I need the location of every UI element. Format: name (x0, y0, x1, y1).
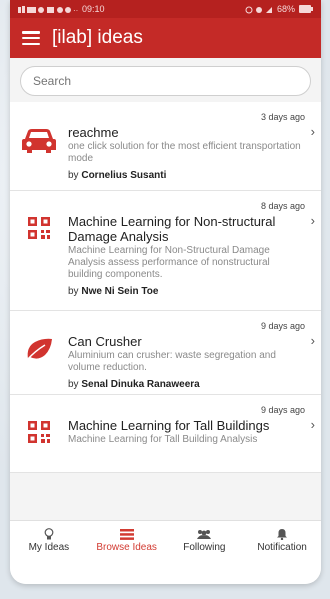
chevron-right-icon: › (310, 124, 315, 139)
nav-following[interactable]: Following (166, 521, 244, 560)
chevron-right-icon: › (310, 333, 315, 348)
idea-time: 9 days ago (260, 321, 305, 331)
idea-icon-col (10, 112, 68, 180)
idea-description: Aluminium can crusher: waste segregation… (68, 350, 276, 373)
search-bar (10, 58, 321, 102)
idea-author: Senal Dinuka Ranaweera (81, 379, 200, 390)
search-input[interactable] (20, 66, 311, 96)
nav-browse-ideas[interactable]: Browse Ideas (88, 521, 166, 560)
app-title: [ilab] ideas (52, 27, 143, 48)
idea-description: Machine Learning for Tall Building Analy… (68, 434, 258, 445)
idea-description: one click solution for the most efficien… (68, 141, 301, 164)
lightbulb-icon (44, 528, 54, 540)
author-prefix: by (68, 170, 79, 181)
status-bar: ·· 09:10 68% (10, 0, 321, 18)
qr-code-icon (28, 421, 50, 443)
status-icons-left: ·· 09:10 (18, 4, 105, 14)
idea-icon-col (10, 321, 68, 384)
chevron-right-icon: › (310, 213, 315, 228)
nav-notification[interactable]: Notification (243, 521, 321, 560)
status-time: 09:10 (82, 4, 105, 14)
idea-author: Nwe Ni Sein Toe (81, 286, 159, 297)
app-bar: [ilab] ideas (10, 18, 321, 58)
nav-label: My Ideas (28, 542, 70, 553)
idea-icon-col (10, 201, 68, 300)
author-prefix: by (68, 286, 79, 297)
idea-title: Can Crusher (68, 334, 142, 349)
idea-card[interactable]: 8 days ago Machine Learning for Non-stru… (10, 191, 321, 311)
battery-icon (299, 5, 313, 13)
idea-author-line: by Senal Dinuka Ranaweera (68, 379, 305, 390)
empty-footer-area (10, 560, 321, 584)
idea-title: Machine Learning for Tall Buildings (68, 418, 270, 433)
idea-author-line: by Cornelius Susanti (68, 170, 305, 181)
car-icon (22, 129, 56, 153)
bell-icon (277, 529, 288, 540)
phone-screen: ·· 09:10 68% [ilab] ideas Search 3 days … (10, 0, 321, 584)
chevron-right-icon: › (310, 417, 315, 432)
bottom-nav: My Ideas Browse Ideas Following Notifica… (10, 520, 321, 560)
idea-icon-col (10, 405, 68, 462)
battery-level: 68% (276, 4, 295, 14)
idea-title: Machine Learning for Non-structural Dama… (68, 214, 276, 244)
author-prefix: by (68, 379, 79, 390)
idea-description: Machine Learning for Non-Structural Dama… (68, 245, 270, 280)
qr-code-icon (28, 217, 50, 239)
nav-my-ideas[interactable]: My Ideas (10, 521, 88, 560)
idea-card[interactable]: 3 days ago reachme one click solution fo… (10, 102, 321, 191)
idea-time: 9 days ago (260, 405, 305, 415)
nav-label: Browse Ideas (96, 541, 157, 553)
nav-label: Notification (257, 542, 307, 553)
idea-card[interactable]: 9 days ago Can Crusher Aluminium can cru… (10, 311, 321, 395)
nav-label: Following (183, 541, 226, 553)
leaf-icon (26, 338, 52, 361)
idea-title: reachme (68, 125, 119, 140)
menu-icon[interactable] (22, 31, 40, 45)
group-icon (197, 529, 212, 539)
idea-time: 8 days ago (260, 201, 305, 211)
idea-card[interactable]: 9 days ago Machine Learning for Tall Bui… (10, 395, 321, 473)
idea-author-line: by Nwe Ni Sein Toe (68, 286, 305, 297)
idea-author: Cornelius Susanti (81, 170, 167, 181)
notification-icons: ·· (18, 5, 78, 14)
signal-icons (245, 6, 272, 13)
ideas-list: 3 days ago reachme one click solution fo… (10, 102, 321, 473)
list-icon (119, 528, 134, 540)
idea-time: 3 days ago (260, 112, 305, 122)
svg-text:··: ·· (73, 6, 78, 14)
status-icons-right: 68% (245, 4, 313, 14)
